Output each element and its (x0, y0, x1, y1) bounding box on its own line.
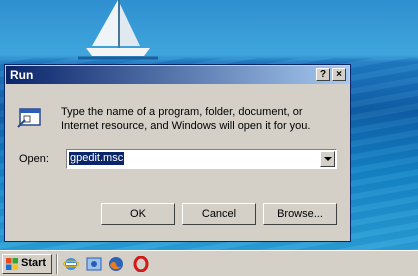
browse-button[interactable]: Browse... (263, 203, 337, 225)
run-description: Type the name of a program, folder, docu… (61, 106, 311, 132)
help-button[interactable]: ? (316, 68, 330, 81)
taskbar-separator (56, 254, 58, 274)
windows-update-icon[interactable] (86, 256, 102, 272)
dropdown-arrow-icon[interactable] (320, 151, 335, 167)
title-bar[interactable]: Run ? × (6, 66, 349, 84)
start-label: Start (21, 257, 47, 269)
run-dialog: Run ? × Type the name of a program, fold… (4, 64, 351, 242)
cancel-button[interactable]: Cancel (182, 203, 256, 225)
internet-explorer-icon[interactable] (63, 256, 79, 272)
sailboat-image (78, 0, 158, 60)
open-combobox[interactable]: gpedit.msc (66, 149, 337, 169)
taskbar: Start (0, 250, 418, 276)
run-program-icon (17, 108, 41, 128)
windows-flag-icon (6, 258, 18, 270)
ok-button[interactable]: OK (101, 203, 175, 225)
opera-icon[interactable] (133, 256, 149, 272)
open-input-value[interactable]: gpedit.msc (69, 152, 125, 165)
close-button[interactable]: × (332, 68, 346, 81)
window-title: Run (10, 68, 34, 82)
open-label: Open: (19, 153, 49, 165)
firefox-icon[interactable] (108, 256, 124, 272)
start-button[interactable]: Start (2, 254, 52, 274)
